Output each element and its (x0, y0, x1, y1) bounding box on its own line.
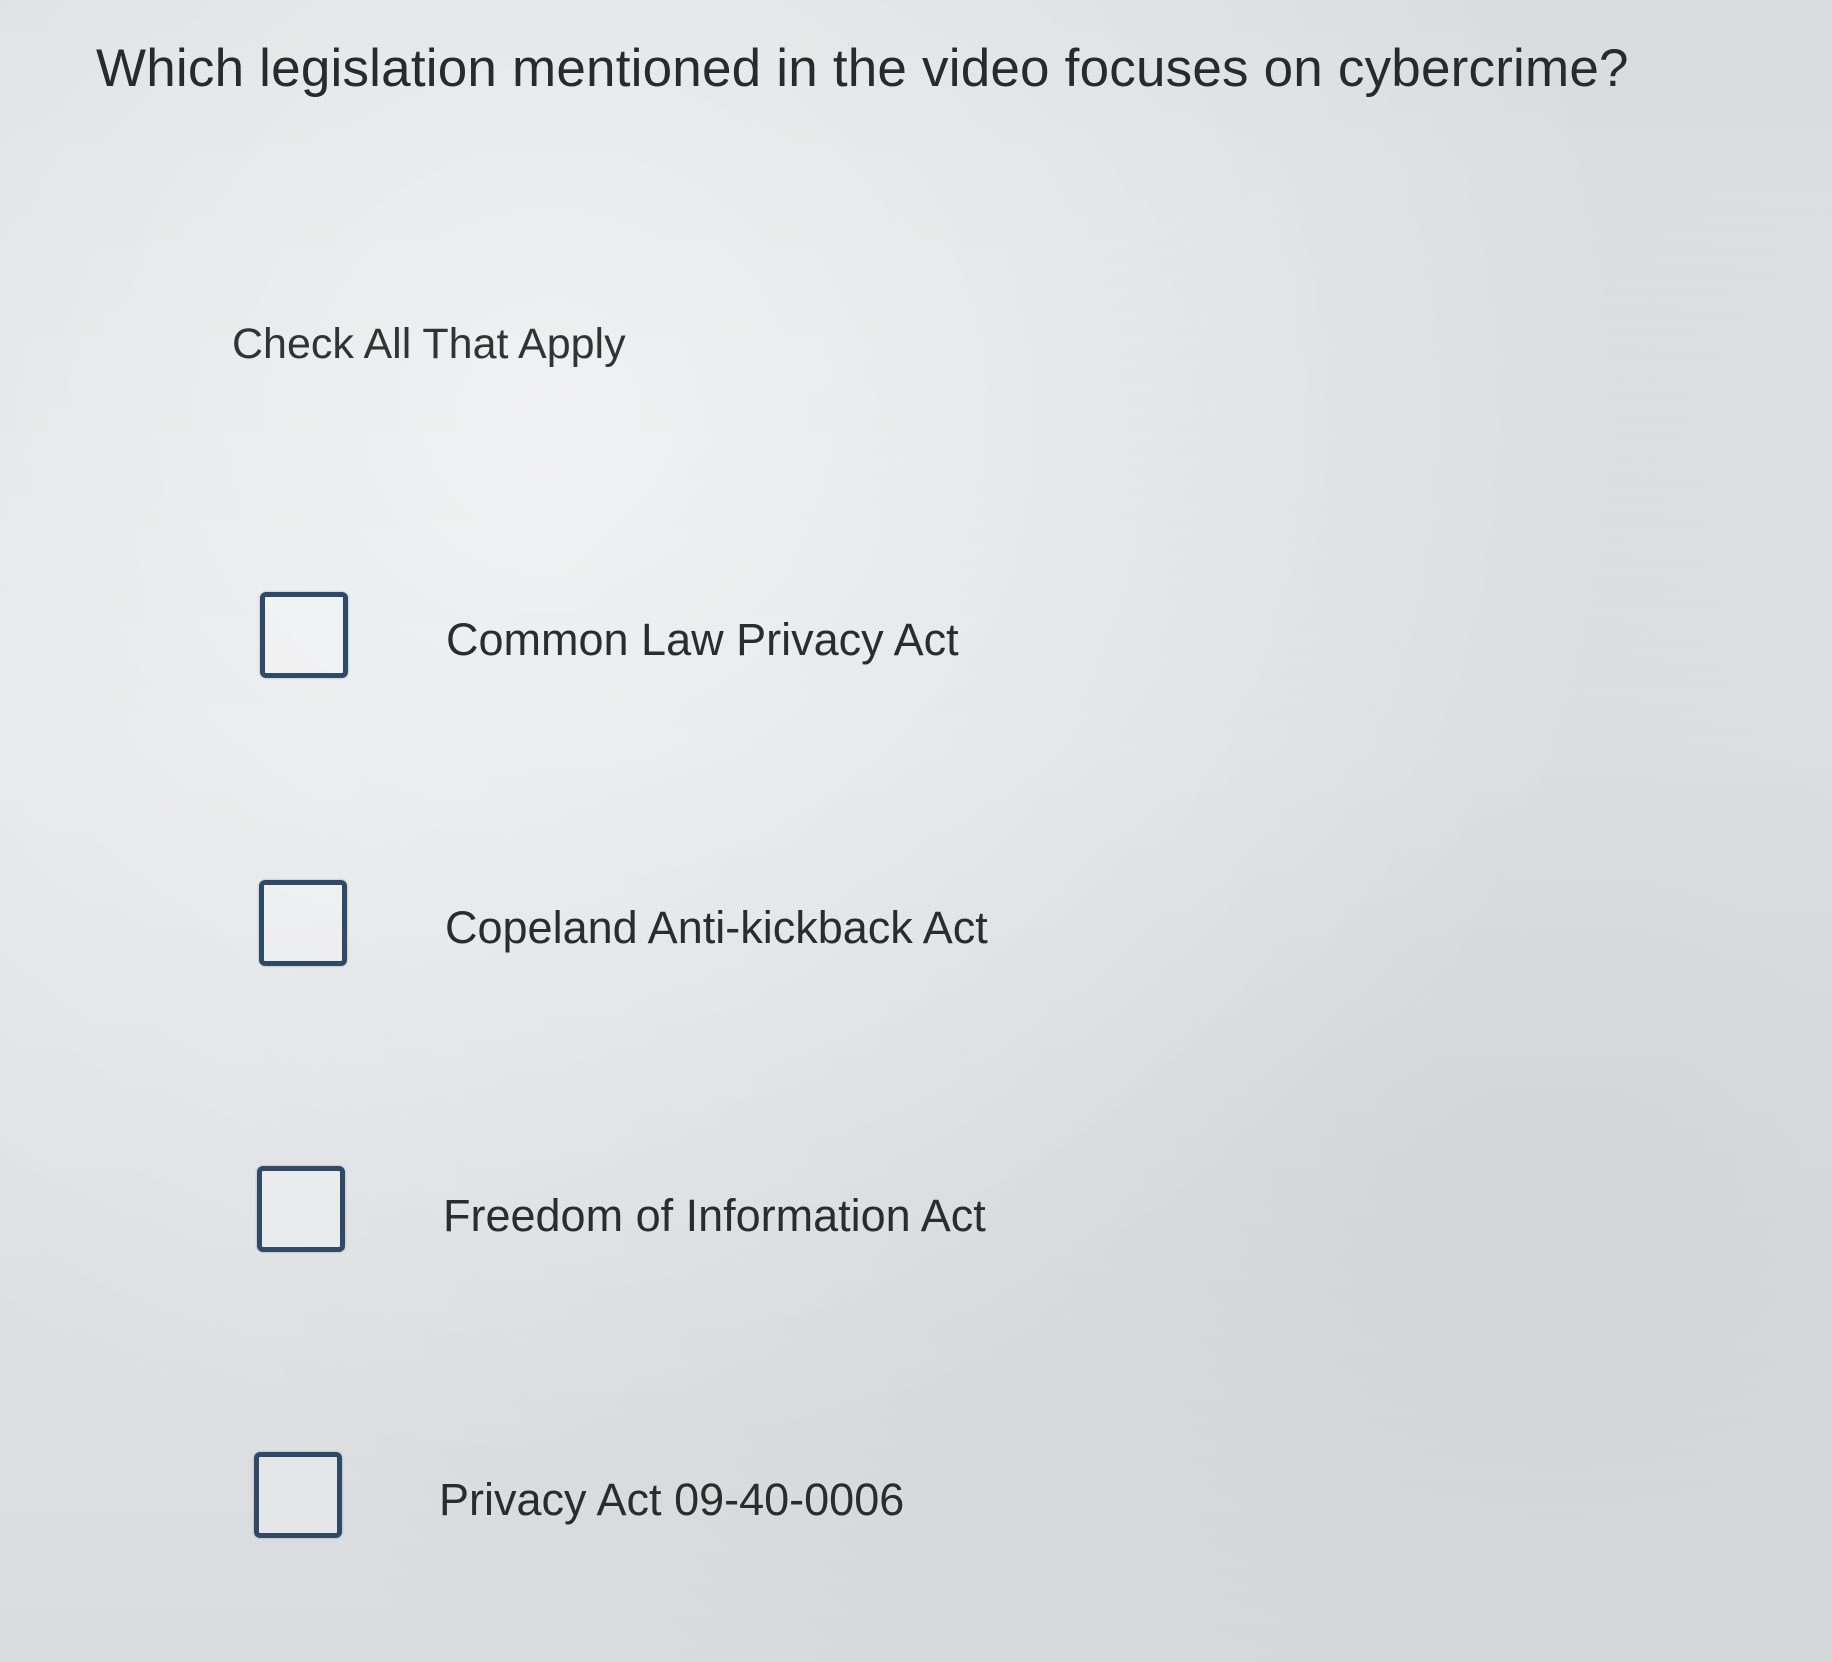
option-label: Common Law Privacy Act (446, 614, 959, 665)
option-label: Privacy Act 09-40-0006 (439, 1474, 905, 1525)
option-freedom-of-information-act[interactable]: Freedom of Information Act (0, 1160, 1832, 1260)
option-label: Copeland Anti-kickback Act (445, 902, 988, 953)
option-privacy-act-09-40-0006[interactable]: Privacy Act 09-40-0006 (0, 1448, 1832, 1548)
checkbox[interactable] (259, 880, 347, 966)
option-copeland-anti-kickback-act[interactable]: Copeland Anti-kickback Act (0, 874, 1832, 974)
question-text: Which legislation mentioned in the video… (96, 39, 1629, 98)
instruction-text: Check All That Apply (232, 320, 626, 368)
option-common-law-privacy-act[interactable]: Common Law Privacy Act (0, 588, 1832, 688)
checkbox[interactable] (260, 592, 348, 678)
checkbox[interactable] (254, 1452, 342, 1538)
option-label: Freedom of Information Act (443, 1190, 986, 1241)
checkbox[interactable] (257, 1166, 345, 1252)
